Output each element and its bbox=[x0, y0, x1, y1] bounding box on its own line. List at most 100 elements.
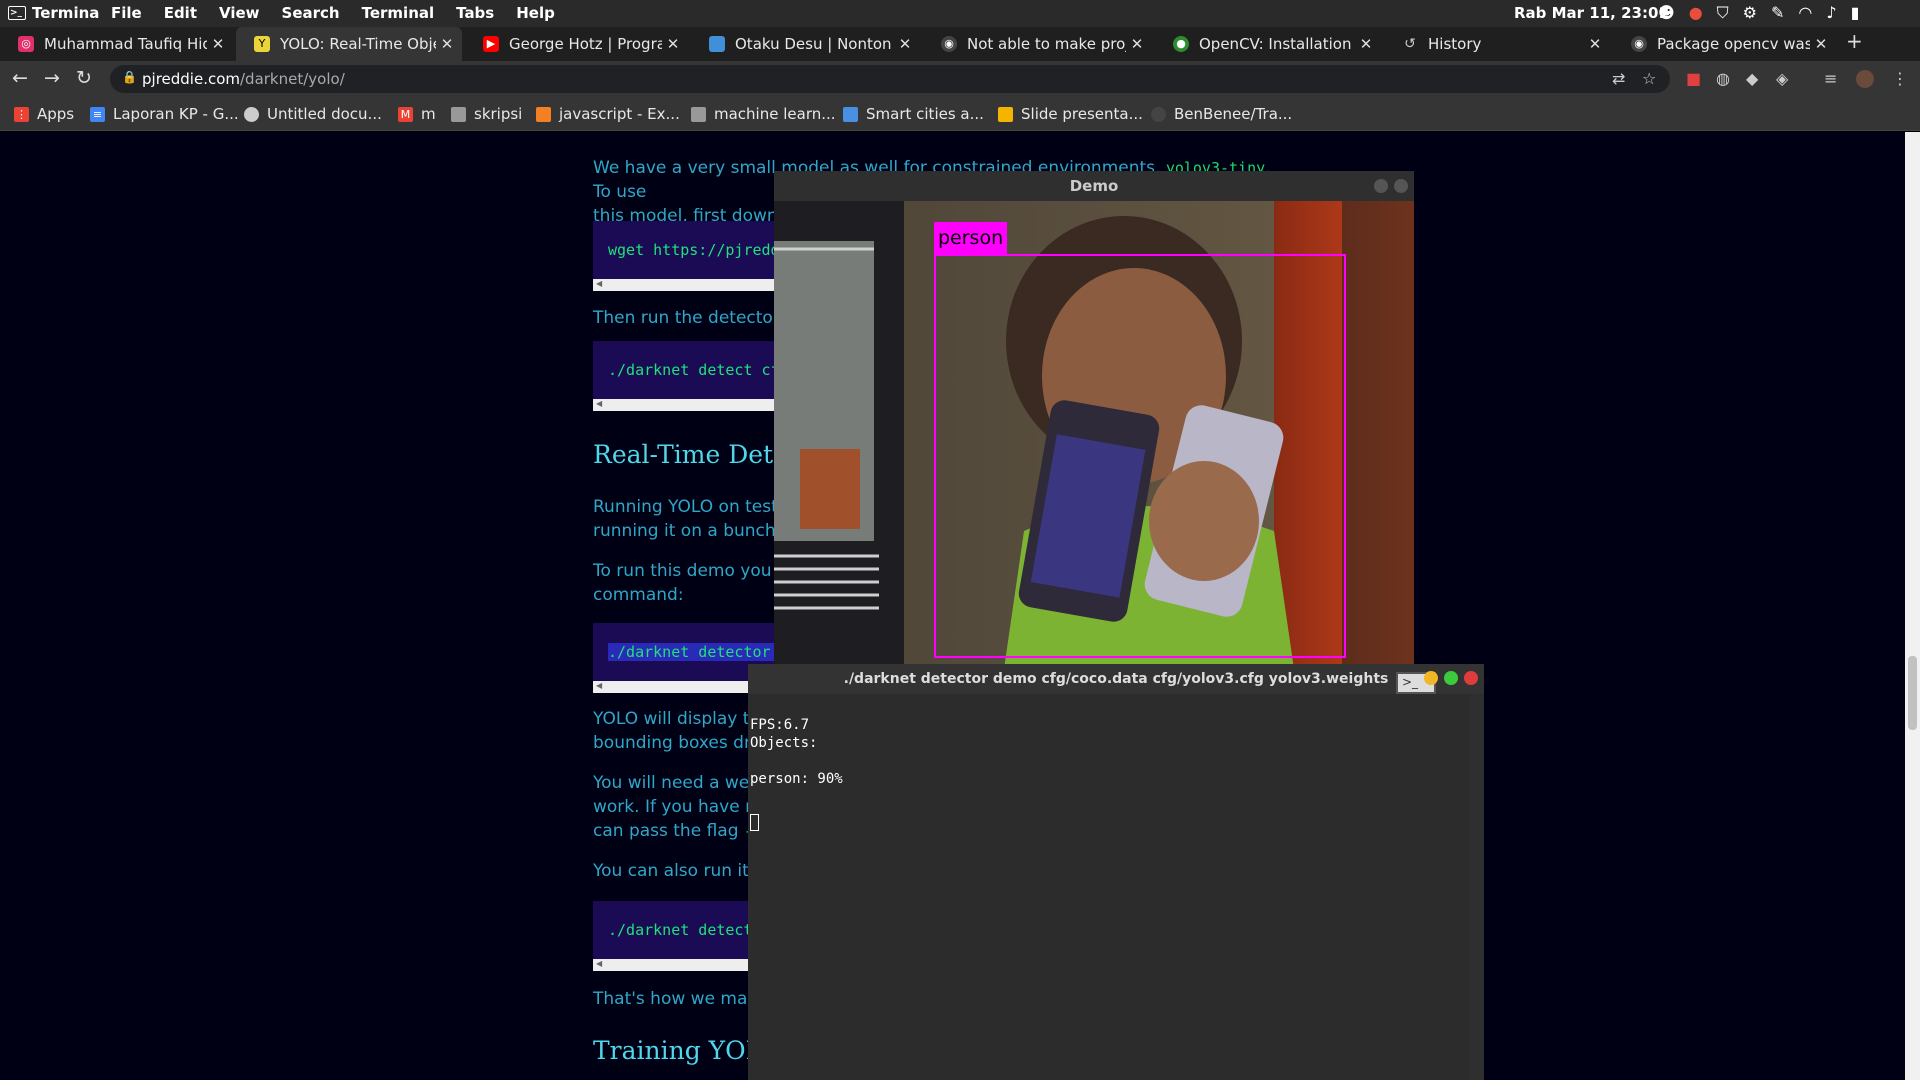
back-arrow-icon[interactable]: ← bbox=[12, 67, 28, 89]
close-button[interactable] bbox=[1394, 179, 1408, 193]
system-clock[interactable]: Rab Mar 11, 23:01 bbox=[1514, 4, 1669, 22]
page-icon bbox=[709, 36, 725, 52]
bookmark-apps[interactable]: ⋮ Apps bbox=[14, 105, 74, 123]
tab-otakudesu[interactable]: Otaku Desu | Nonton da ✕ bbox=[691, 27, 920, 61]
new-tab-plus-icon[interactable]: + bbox=[1846, 29, 1863, 53]
close-icon[interactable]: ✕ bbox=[1126, 35, 1148, 53]
maximize-button[interactable] bbox=[1444, 671, 1458, 685]
tab-instagram[interactable]: ◎ Muhammad Taufiq Hida ✕ bbox=[0, 27, 233, 61]
scroll-left-arrow-icon[interactable]: ◀ bbox=[596, 279, 602, 288]
menu-view[interactable]: View bbox=[219, 4, 260, 22]
bookmark-untitled-doc[interactable]: Untitled docu... bbox=[244, 105, 382, 123]
terminal-title: ./darknet detector demo cfg/coco.data cf… bbox=[843, 671, 1389, 687]
bookmark-javascript[interactable]: javascript - Ex... bbox=[536, 105, 680, 123]
github-icon bbox=[1151, 106, 1166, 122]
instagram-icon: ◎ bbox=[18, 36, 34, 52]
terminal-titlebar[interactable]: ./darknet detector demo cfg/coco.data cf… bbox=[748, 664, 1484, 694]
page-scrollbar[interactable] bbox=[1905, 132, 1920, 1080]
github-icon: ◉ bbox=[941, 36, 957, 52]
pen-icon[interactable]: ✎ bbox=[1771, 3, 1784, 23]
discord-icon[interactable]: ☻ bbox=[1658, 3, 1675, 23]
bookmark-skripsi[interactable]: skripsi bbox=[451, 105, 522, 123]
lock-icon[interactable]: 🔒 bbox=[122, 70, 137, 84]
tab-history[interactable]: ↺ History ✕ bbox=[1384, 27, 1610, 61]
scroll-left-arrow-icon[interactable]: ◀ bbox=[596, 681, 602, 690]
bookmark-machine-learning[interactable]: machine learn... bbox=[691, 105, 836, 123]
folder-icon bbox=[691, 106, 706, 122]
close-icon[interactable]: ✕ bbox=[894, 35, 916, 53]
active-app[interactable]: >_ Termina bbox=[8, 4, 99, 22]
menu-tabs[interactable]: Tabs bbox=[456, 4, 494, 22]
reload-icon[interactable]: ↻ bbox=[76, 67, 92, 89]
terminal-output[interactable]: FPS:6.7 Objects: person: 90% bbox=[748, 694, 1470, 1080]
extension-icon[interactable]: ◈ bbox=[1776, 69, 1788, 88]
minimize-button[interactable] bbox=[1424, 671, 1438, 685]
close-icon[interactable]: ✕ bbox=[1810, 35, 1832, 53]
close-icon[interactable]: ✕ bbox=[207, 35, 229, 53]
bookmark-benbenee[interactable]: BenBenee/Tra... bbox=[1151, 105, 1292, 123]
terminal-line-detection: person: 90% bbox=[750, 771, 843, 787]
demo-window-titlebar[interactable]: Demo bbox=[774, 171, 1414, 201]
history-icon: ↺ bbox=[1404, 36, 1416, 52]
forward-arrow-icon[interactable]: → bbox=[44, 67, 60, 89]
shield-icon[interactable]: ⛉ bbox=[1717, 3, 1729, 23]
terminal-scrollbar[interactable] bbox=[1470, 694, 1484, 1080]
media-list-icon[interactable]: ≡ bbox=[1824, 69, 1837, 88]
close-icon[interactable]: ✕ bbox=[662, 35, 684, 53]
menu-edit[interactable]: Edit bbox=[164, 4, 197, 22]
paragraph-yolo-display: YOLO will display th bounding boxes dra bbox=[593, 709, 762, 753]
avatar[interactable] bbox=[1856, 70, 1874, 88]
chat-extension-icon[interactable]: ◍ bbox=[1716, 69, 1730, 88]
star-icon[interactable]: ☆ bbox=[1642, 69, 1656, 88]
tab-title: YOLO: Real-Time Object bbox=[280, 35, 436, 53]
kebab-menu-icon[interactable]: ⋮ bbox=[1892, 69, 1908, 88]
close-button[interactable] bbox=[1464, 671, 1478, 685]
terminal-window[interactable]: ./darknet detector demo cfg/coco.data cf… bbox=[748, 664, 1484, 1080]
terminal-icon: >_ bbox=[8, 6, 26, 20]
browser-toolbar: ← → ↻ 🔒 pjreddie.com/darknet/yolo/ ⇄ ☆ ■… bbox=[0, 61, 1920, 97]
url-text[interactable]: pjreddie.com/darknet/yolo/ bbox=[142, 70, 345, 88]
translate-icon[interactable]: ⇄ bbox=[1612, 69, 1625, 88]
bookmark-slide-presentation[interactable]: Slide presenta... bbox=[998, 105, 1143, 123]
extension-icon[interactable]: ◆ bbox=[1746, 69, 1758, 88]
paragraph-webcam: You will need a web work. If you have m ca… bbox=[593, 773, 762, 841]
tab-github-issue[interactable]: ◉ Not able to make project ✕ bbox=[923, 27, 1152, 61]
address-bar[interactable]: 🔒 pjreddie.com/darknet/yolo/ ⇄ ☆ bbox=[110, 65, 1670, 93]
folder-icon bbox=[451, 106, 466, 122]
tab-title: George Hotz | Programm bbox=[509, 35, 662, 53]
tab-youtube[interactable]: ▶ George Hotz | Programm ✕ bbox=[465, 27, 688, 61]
tab-opencv[interactable]: ● OpenCV: Installation in ✕ bbox=[1155, 27, 1381, 61]
minimize-button[interactable] bbox=[1374, 179, 1388, 193]
demo-window[interactable]: Demo person bbox=[774, 171, 1414, 669]
menu-terminal[interactable]: Terminal bbox=[362, 4, 435, 22]
tools-icon[interactable]: ⚙ bbox=[1743, 3, 1757, 23]
battery-icon[interactable]: ▮ bbox=[1851, 3, 1860, 23]
menu-help[interactable]: Help bbox=[516, 4, 555, 22]
scrollbar-thumb[interactable] bbox=[1908, 656, 1917, 730]
menu-file[interactable]: File bbox=[111, 4, 142, 22]
bookmark-smart-cities[interactable]: Smart cities a... bbox=[843, 105, 984, 123]
close-icon[interactable]: ✕ bbox=[1584, 35, 1606, 53]
yolo-icon: Y bbox=[254, 36, 270, 52]
docs-icon: ≡ bbox=[90, 106, 105, 122]
bookmark-laporan-kp[interactable]: ≡ Laporan KP - G... bbox=[90, 105, 239, 123]
scroll-left-arrow-icon[interactable]: ◀ bbox=[596, 959, 602, 968]
tab-title: Package opencv was no bbox=[1657, 35, 1810, 53]
github-icon: ◉ bbox=[1631, 36, 1647, 52]
paragraph-run-demo: To run this demo you w command: bbox=[593, 561, 791, 605]
tab-github-opencv[interactable]: ◉ Package opencv was no ✕ bbox=[1613, 27, 1836, 61]
scroll-left-arrow-icon[interactable]: ◀ bbox=[596, 399, 602, 408]
doc-icon bbox=[244, 106, 259, 122]
adblock-icon[interactable]: ■ bbox=[1686, 69, 1701, 88]
close-icon[interactable]: ✕ bbox=[436, 35, 458, 53]
chrome-notification-icon[interactable]: ● bbox=[1689, 3, 1703, 23]
detection-bounding-box bbox=[934, 254, 1346, 658]
menu-search[interactable]: Search bbox=[282, 4, 340, 22]
bookmark-gmail[interactable]: Mm bbox=[398, 105, 436, 123]
volume-icon[interactable]: ♪ bbox=[1826, 3, 1836, 23]
tab-yolo[interactable]: Y YOLO: Real-Time Object ✕ bbox=[236, 27, 462, 61]
wifi-icon[interactable]: ◠ bbox=[1798, 3, 1812, 23]
close-icon[interactable]: ✕ bbox=[1355, 35, 1377, 53]
tab-title: Muhammad Taufiq Hida bbox=[44, 35, 207, 53]
apps-grid-icon: ⋮ bbox=[14, 106, 29, 122]
